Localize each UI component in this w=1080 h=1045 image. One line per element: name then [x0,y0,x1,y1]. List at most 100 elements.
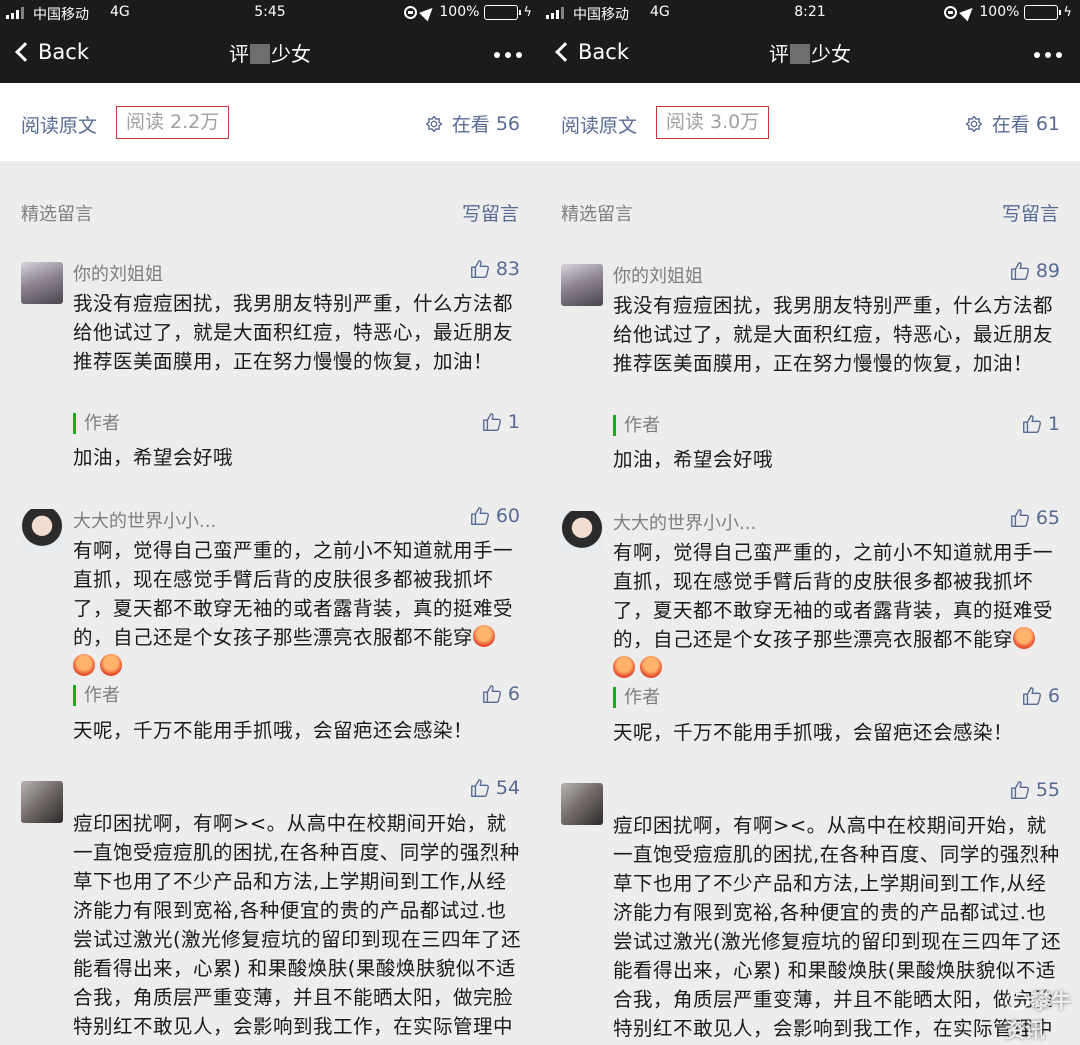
author-reply-text: 加油，希望会好哦 [73,446,234,469]
angry-emoji-icon [473,625,496,647]
battery-percent: 100% [979,4,1020,20]
comment-like-button[interactable]: 65 [1009,507,1060,529]
avatar[interactable] [21,509,63,551]
avatar[interactable] [561,264,603,306]
author-reply-text: 天呢，千万不能用手抓哦，会留疤还会感染！ [73,719,474,742]
comment-like-count: 60 [495,505,520,527]
comment-text: 痘印困扰啊，有啊><。从高中在校期间开始，就一直饱受痘痘肌的困扰,在各种百度、同… [613,814,1062,1040]
section-title: 精选留言 [21,204,93,225]
comment-text: 我没有痘痘困扰，我男朋友特别严重，什么方法都给他试过了，就是大面积红痘，特恶心，… [73,292,514,373]
read-bar: 阅读原文 阅读 2.2万 在看 56 [0,83,540,161]
comment-like-button[interactable]: 55 [1009,779,1060,801]
charging-icon: ϟ [523,4,532,20]
thumbs-up-icon [470,507,489,525]
wow-icon [965,115,983,132]
thumbs-up-icon [1010,262,1029,280]
author-like-count: 1 [1047,413,1060,435]
charging-icon: ϟ [1063,4,1072,20]
battery-icon [1024,4,1062,20]
screenshot-left: 中国移动 4G 5:45 100% ϟ Back 评少女 阅读原文 阅读 2.2… [0,0,540,1045]
rotation-lock-icon [404,5,418,19]
looking-count: 56 [495,112,520,135]
read-original-link[interactable]: 阅读原文 [561,111,637,138]
angry-emoji-icon [1013,627,1036,649]
page-title: 评少女 [229,42,311,66]
screenshot-pair: 中国移动 4G 5:45 100% ϟ Back 评少女 阅读原文 阅读 2.2… [0,0,1080,1045]
author-reply-label: 作者 [73,685,120,706]
author-reply-label: 作者 [613,415,660,436]
author-like-count: 6 [1047,685,1060,707]
watermark: 攀牛资讯 [1005,989,1071,1042]
author-reply-label: 作者 [613,687,660,708]
author-reply-label: 作者 [73,413,120,434]
more-options-button[interactable] [1034,52,1062,58]
thumbs-up-icon [1022,687,1041,705]
comment-like-button[interactable]: 89 [1009,260,1060,282]
looking-button[interactable]: 在看 61 [965,110,1060,137]
author-like-button[interactable]: 1 [481,411,520,433]
read-count: 阅读 3.0万 [656,106,770,139]
comment-like-count: 65 [1035,507,1060,529]
comment-like-button[interactable]: 83 [469,258,520,280]
battery-percent: 100% [439,4,480,20]
author-like-count: 6 [507,683,520,705]
nav-bar: Back 评少女 [540,28,1080,83]
rotation-lock-icon [944,5,958,19]
thumbs-up-icon [1010,781,1029,799]
author-like-button[interactable]: 6 [481,683,520,705]
comment-like-button[interactable]: 54 [469,777,520,799]
write-comment-link[interactable]: 写留言 [1002,199,1059,226]
comment-nickname[interactable]: 大大的世界小小... [613,509,756,535]
author-like-count: 1 [507,411,520,433]
top-bar: 中国移动 4G 5:45 100% ϟ Back 评少女 [0,0,540,83]
thumbs-up-icon [470,779,489,797]
redacted-block [790,44,810,64]
thumbs-up-icon [482,413,501,431]
thumbs-up-icon [482,685,501,703]
top-bar: 中国移动 4G 8:21 100% ϟ Back 评少女 [540,0,1080,83]
location-icon [959,3,978,21]
more-options-button[interactable] [494,52,522,58]
author-like-button[interactable]: 1 [1021,413,1060,435]
comment-text: 有啊，觉得自己蛮严重的，之前小不知道就用手一直抓，现在感觉手臂后背的皮肤很多都被… [613,538,1063,683]
battery-icon [484,4,522,20]
looking-button[interactable]: 在看 56 [425,110,520,137]
avatar[interactable] [21,262,63,304]
comment-nickname[interactable]: 大大的世界小小... [73,507,216,533]
thumbs-up-icon [1022,415,1041,433]
angry-emoji-icon [613,656,635,678]
section-title: 精选留言 [561,204,633,225]
wow-icon [425,115,443,132]
avatar[interactable] [21,781,63,823]
comment-nickname[interactable]: 你的刘姐姐 [73,260,163,286]
author-reply-text: 天呢，千万不能用手抓哦，会留疤还会感染！ [613,721,1014,744]
comment-like-count: 89 [1035,260,1060,282]
page-title: 评少女 [769,42,851,66]
thumbs-up-icon [1010,509,1029,527]
looking-label: 在看 [451,114,490,136]
read-count: 阅读 2.2万 [116,106,230,139]
redacted-block [250,44,270,64]
comment-nickname[interactable]: 你的刘姐姐 [613,262,703,288]
wechat-icon [1005,992,1029,1010]
comment-like-count: 55 [1035,779,1060,801]
write-comment-link[interactable]: 写留言 [462,199,519,226]
location-icon [419,3,438,21]
comment-like-count: 83 [495,258,520,280]
angry-emoji-icon [640,656,662,678]
avatar[interactable] [561,511,603,553]
thumbs-up-icon [470,260,489,278]
looking-count: 61 [1035,112,1060,135]
angry-emoji-icon [73,654,95,676]
comment-like-button[interactable]: 60 [469,505,520,527]
comment-text: 有啊，觉得自己蛮严重的，之前小不知道就用手一直抓，现在感觉手臂后背的皮肤很多都被… [73,536,523,681]
nav-bar: Back 评少女 [0,28,540,83]
read-bar: 阅读原文 阅读 3.0万 在看 61 [540,83,1080,161]
read-original-link[interactable]: 阅读原文 [21,111,97,138]
author-reply-text: 加油，希望会好哦 [613,448,774,471]
comment-like-count: 54 [495,777,520,799]
avatar[interactable] [561,783,603,825]
author-like-button[interactable]: 6 [1021,685,1060,707]
looking-label: 在看 [991,114,1030,136]
comment-text: 痘印困扰啊，有啊><。从高中在校期间开始，就一直饱受痘痘肌的困扰,在各种百度、同… [73,812,522,1045]
